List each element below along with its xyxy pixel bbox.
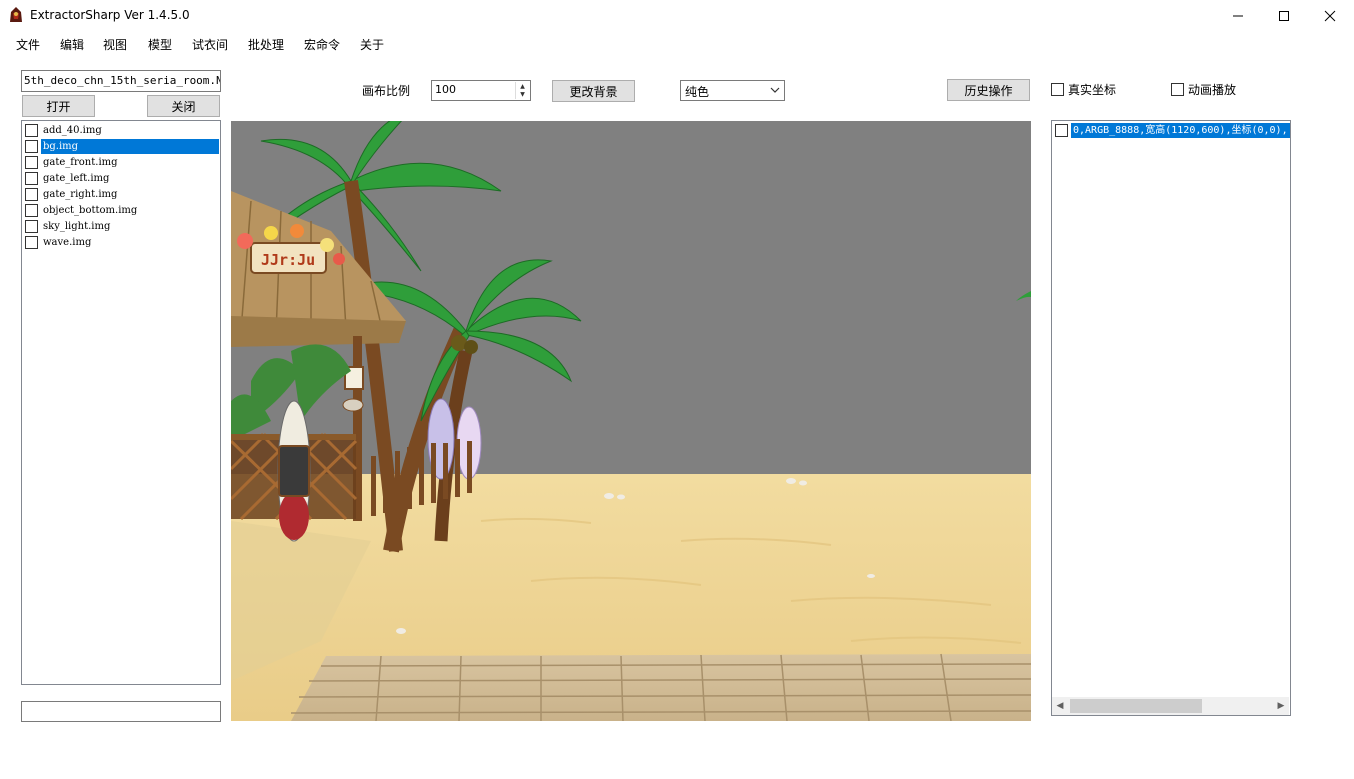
close-window-button[interactable] — [1307, 0, 1353, 31]
item-checkbox[interactable] — [25, 155, 38, 169]
title-bar: ExtractorSharp Ver 1.4.5.0 — [0, 0, 1354, 31]
menu-file[interactable]: 文件 — [16, 36, 40, 53]
item-checkbox[interactable] — [25, 235, 38, 249]
list-item[interactable]: add_40.img — [23, 122, 104, 138]
menu-about[interactable]: 关于 — [360, 36, 384, 53]
app-icon — [10, 7, 22, 22]
minimize-icon — [1233, 15, 1243, 16]
real-coords-option[interactable]: 真实坐标 — [1051, 81, 1116, 98]
scroll-right-icon[interactable]: ▶ — [1273, 699, 1289, 713]
canvas-scale-label: 画布比例 — [362, 84, 411, 98]
background-mode-select[interactable]: 纯色 — [680, 80, 785, 101]
npk-file-field[interactable]: 5th_deco_chn_15th_seria_room.NPK — [21, 70, 221, 92]
close-button[interactable]: 关闭 — [147, 95, 220, 117]
open-button[interactable]: 打开 — [22, 95, 95, 117]
canvas-scale-value: 100 — [435, 83, 456, 96]
menu-batch[interactable]: 批处理 — [248, 36, 284, 53]
minimize-button[interactable] — [1215, 0, 1261, 31]
animation-checkbox[interactable] — [1171, 83, 1184, 96]
chevron-up-icon[interactable]: ▲ — [516, 82, 529, 90]
animation-label: 动画播放 — [1188, 83, 1237, 97]
item-checkbox[interactable] — [25, 171, 38, 185]
list-item[interactable]: wave.img — [23, 234, 93, 250]
progress-bar — [21, 701, 221, 722]
chevron-down-icon[interactable]: ▼ — [516, 90, 529, 98]
item-checkbox[interactable] — [25, 187, 38, 201]
menu-model[interactable]: 模型 — [148, 36, 172, 53]
canvas-preview[interactable]: JJr:Ju — [231, 121, 1031, 721]
list-item[interactable]: bg.img — [23, 138, 219, 154]
hut-sign-text: JJr:Ju — [261, 251, 315, 269]
real-coords-label: 真实坐标 — [1068, 83, 1117, 97]
menu-fitting-room[interactable]: 试衣间 — [192, 36, 228, 53]
list-item[interactable]: sky_light.img — [23, 218, 112, 234]
item-checkbox[interactable] — [1055, 123, 1068, 137]
history-button[interactable]: 历史操作 — [947, 79, 1030, 101]
real-coords-checkbox[interactable] — [1051, 83, 1064, 96]
frame-list[interactable]: 0,ARGB_8888,宽高(1120,600),坐标(0,0), — [1051, 120, 1291, 716]
maximize-button[interactable] — [1261, 0, 1307, 31]
close-icon — [1324, 10, 1336, 21]
list-item[interactable]: gate_left.img — [23, 170, 111, 186]
background-mode-value: 纯色 — [685, 85, 710, 99]
list-item[interactable]: object_bottom.img — [23, 202, 139, 218]
scene-image: JJr:Ju — [231, 121, 1031, 721]
window-title: ExtractorSharp Ver 1.4.5.0 — [30, 8, 190, 22]
maximize-icon — [1279, 10, 1289, 21]
list-item[interactable]: gate_front.img — [23, 154, 120, 170]
canvas-scale-stepper[interactable]: 100 ▲ ▼ — [431, 80, 531, 101]
animation-option[interactable]: 动画播放 — [1171, 81, 1236, 98]
list-item[interactable]: 0,ARGB_8888,宽高(1120,600),坐标(0,0), — [1053, 122, 1290, 138]
img-file-list[interactable]: add_40.img bg.img gate_front.img gate_le… — [21, 120, 221, 685]
menu-view[interactable]: 视图 — [103, 36, 127, 53]
change-background-button[interactable]: 更改背景 — [552, 80, 635, 102]
menu-bar: 文件 编辑 视图 模型 试衣间 批处理 宏命令 关于 — [0, 31, 1354, 56]
frame-list-scrollbar[interactable]: ◀ ▶ — [1052, 697, 1289, 715]
item-checkbox[interactable] — [25, 203, 38, 217]
menu-macro[interactable]: 宏命令 — [304, 36, 340, 53]
stepper-arrows[interactable]: ▲ ▼ — [515, 82, 529, 99]
item-checkbox[interactable] — [25, 123, 38, 137]
chevron-down-icon — [770, 87, 780, 93]
item-checkbox[interactable] — [25, 139, 38, 153]
menu-edit[interactable]: 编辑 — [60, 36, 84, 53]
item-checkbox[interactable] — [25, 219, 38, 233]
list-item[interactable]: gate_right.img — [23, 186, 119, 202]
scroll-left-icon[interactable]: ◀ — [1052, 699, 1068, 713]
scrollbar-thumb[interactable] — [1070, 699, 1202, 713]
